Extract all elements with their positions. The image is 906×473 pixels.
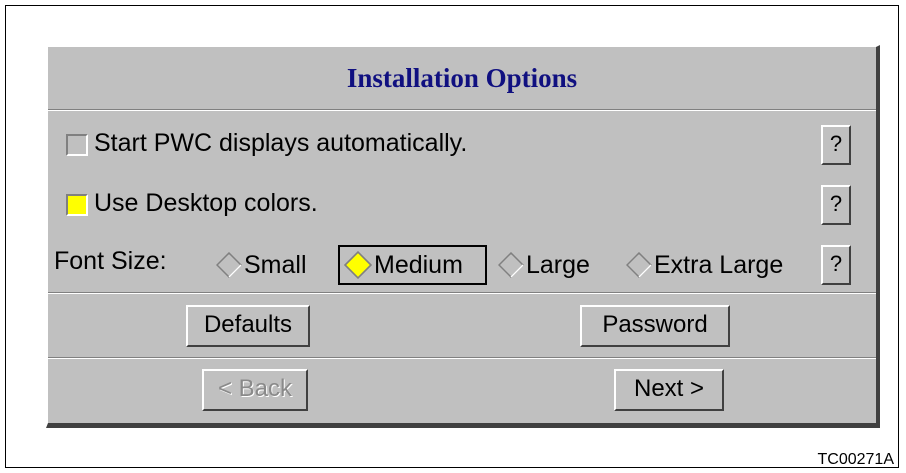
desktop-colors-label: Use Desktop colors.	[94, 189, 318, 217]
figure-caption: TC00271A	[817, 451, 895, 468]
title-separator	[48, 109, 876, 111]
radio-diamond-icon	[498, 252, 524, 278]
help-button-font-size[interactable]: ?	[821, 245, 851, 285]
font-size-extra-large-label: Extra Large	[654, 250, 784, 279]
desktop-colors-checkbox[interactable]	[66, 194, 88, 216]
font-size-label: Font Size:	[54, 247, 167, 275]
options-separator	[48, 292, 876, 294]
font-size-large-label: Large	[526, 250, 590, 279]
start-pwc-label: Start PWC displays automatically.	[94, 129, 468, 157]
back-button[interactable]: < Back	[202, 369, 308, 411]
radio-diamond-selected-icon	[344, 251, 372, 279]
buttons-separator	[48, 357, 876, 359]
radio-diamond-icon	[626, 252, 652, 278]
radio-diamond-icon	[216, 252, 242, 278]
font-size-small-label: Small	[244, 250, 307, 279]
font-size-medium-radio[interactable]: Medium	[338, 245, 487, 285]
font-size-medium-label: Medium	[374, 250, 463, 279]
start-pwc-checkbox[interactable]	[66, 134, 88, 156]
help-button-start-pwc[interactable]: ?	[821, 125, 851, 165]
next-button[interactable]: Next >	[614, 369, 724, 411]
font-size-large-radio[interactable]: Large	[498, 247, 590, 283]
defaults-button[interactable]: Defaults	[186, 305, 310, 347]
help-button-desktop-colors[interactable]: ?	[821, 185, 851, 225]
dialog-title: Installation Options	[346, 63, 578, 93]
font-size-extra-large-radio[interactable]: Extra Large	[626, 247, 783, 283]
font-size-small-radio[interactable]: Small	[216, 247, 307, 283]
installation-options-dialog: Installation Options Start PWC displays …	[46, 45, 880, 428]
password-button[interactable]: Password	[580, 305, 730, 347]
